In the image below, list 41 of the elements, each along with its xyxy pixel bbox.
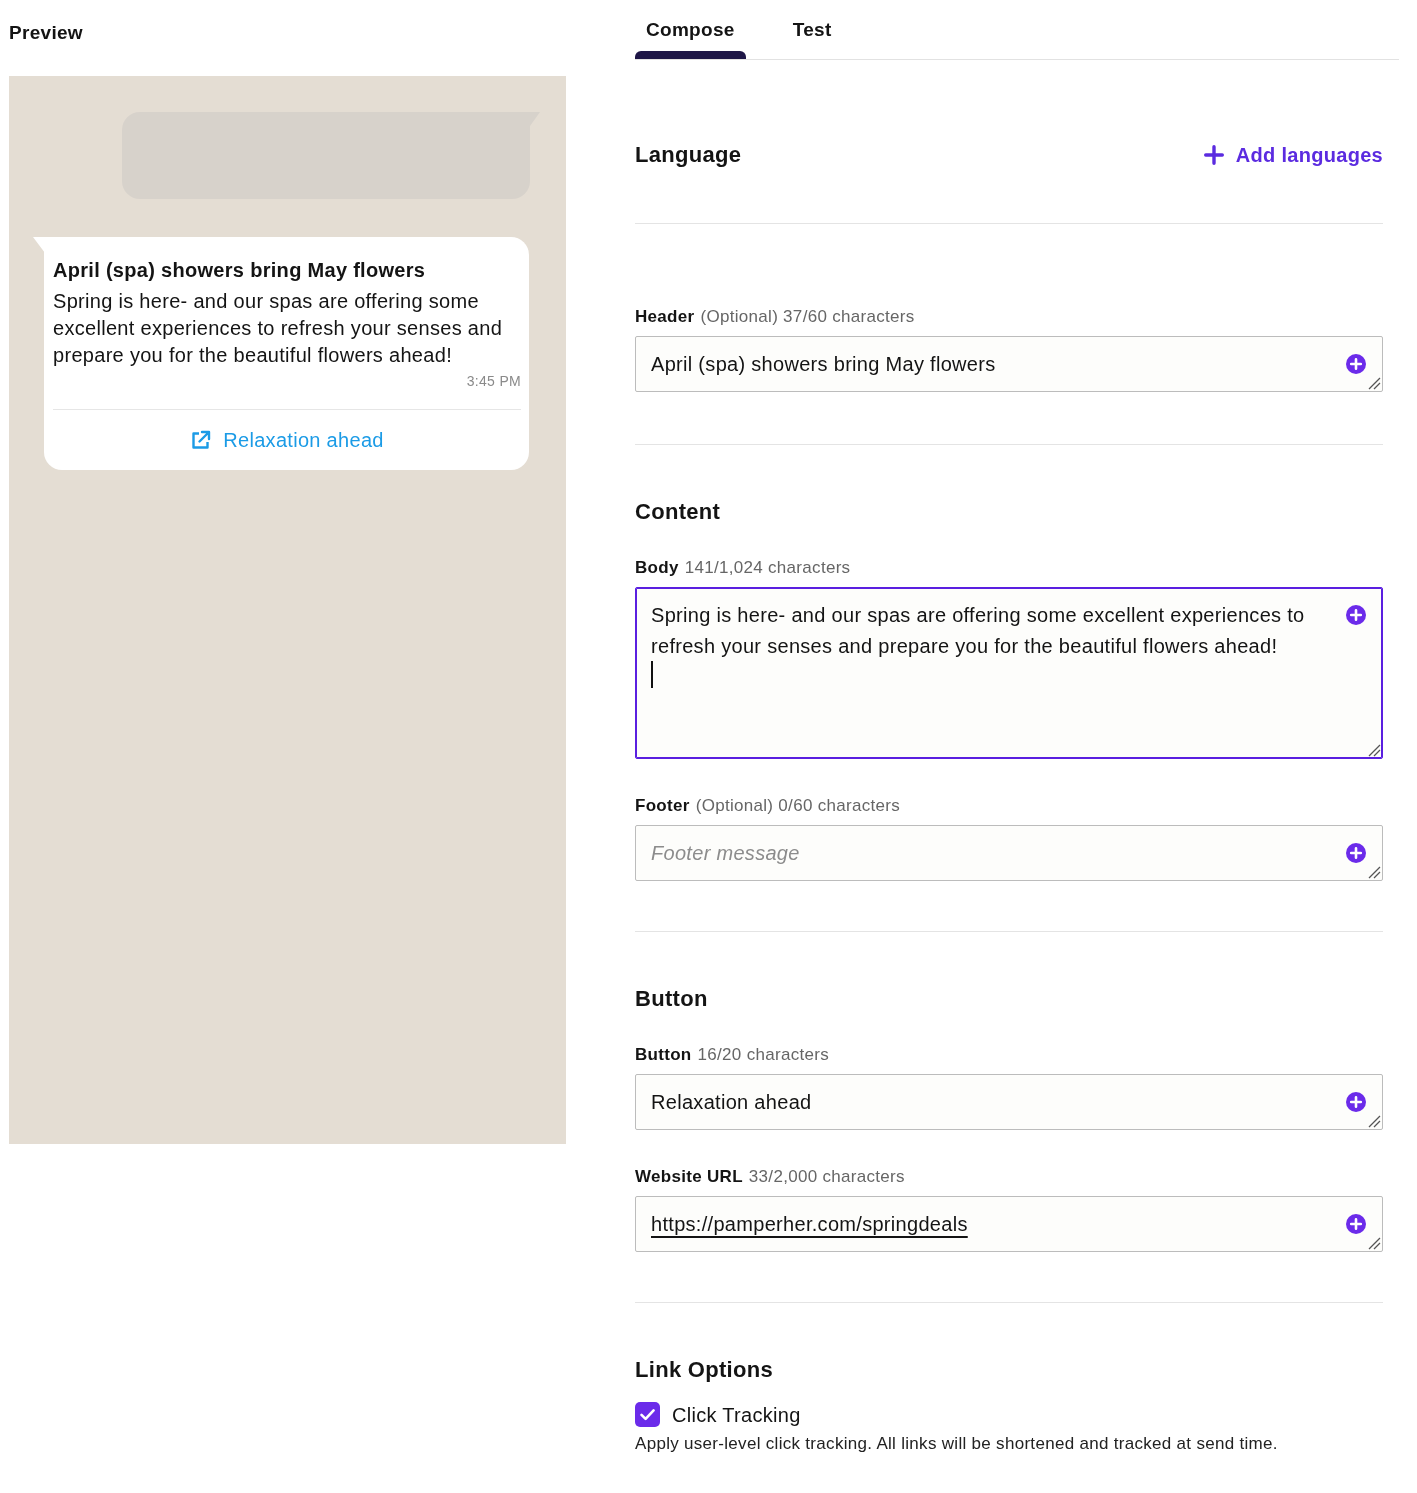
tab[interactable]: Test — [781, 0, 843, 59]
field-label: Header — [635, 307, 695, 326]
plus-circle-icon[interactable] — [1346, 354, 1366, 374]
section-heading: Button — [635, 986, 709, 1012]
character-count: 141/1,024 characters — [684, 558, 851, 577]
section-heading: Language — [635, 142, 742, 168]
field-label: Website URL — [635, 1167, 743, 1186]
resize-grip-icon[interactable] — [1368, 1115, 1381, 1128]
resize-grip-icon[interactable] — [1368, 744, 1381, 757]
tab[interactable]: Compose — [635, 0, 746, 59]
message-body: Spring is here- and our spas are offering some excellent experiences to refresh your senses and prepare you for the beautiful flowers ahead! — [53, 289, 504, 368]
plus-icon — [1203, 145, 1224, 165]
plus-circle-icon[interactable] — [1346, 843, 1366, 863]
resize-grip-icon[interactable] — [1368, 866, 1381, 879]
message-header: April (spa) showers bring May flowers — [53, 258, 427, 283]
plus-circle-icon[interactable] — [1346, 605, 1366, 625]
external-link-icon — [190, 429, 212, 451]
character-count: 33/2,000 characters — [748, 1167, 905, 1186]
character-count: (Optional) 37/60 characters — [700, 307, 915, 326]
checkbox-label[interactable]: Click Tracking — [672, 1402, 801, 1427]
plus-circle-icon[interactable] — [1346, 1214, 1366, 1234]
section-heading: Content — [635, 499, 722, 525]
character-count: (Optional) 0/60 characters — [695, 796, 901, 815]
checkbox[interactable] — [635, 1402, 660, 1427]
text-input[interactable]: April (spa) showers bring May flowers — [635, 336, 1383, 392]
preview-title: Preview — [9, 21, 84, 45]
text-input[interactable]: Footer message — [635, 825, 1383, 881]
field-label: Body — [635, 558, 679, 577]
message-time: 3:45 PM — [465, 372, 521, 390]
resize-grip-icon[interactable] — [1368, 1237, 1381, 1250]
plus-circle-icon[interactable] — [1346, 1092, 1366, 1112]
text-input[interactable]: Relaxation ahead — [635, 1074, 1383, 1130]
field-label: Button — [635, 1045, 692, 1064]
field-label: Footer — [635, 796, 690, 815]
url-input[interactable]: https://pamperher.com/springdeals — [635, 1196, 1383, 1252]
character-count: 16/20 characters — [697, 1045, 829, 1064]
add-languages-button[interactable]: Add languages — [1203, 142, 1383, 168]
text-area[interactable]: Spring is here- and our spas are offering some excellent experiences to refresh your senses and prepare you for the beautiful flowers ahead! — [635, 587, 1383, 759]
section-heading: Link Options — [635, 1357, 775, 1383]
resize-grip-icon[interactable] — [1368, 377, 1381, 390]
option-description: Apply user-level click tracking. All links will be shortened and tracked at send time. — [635, 1434, 1279, 1454]
